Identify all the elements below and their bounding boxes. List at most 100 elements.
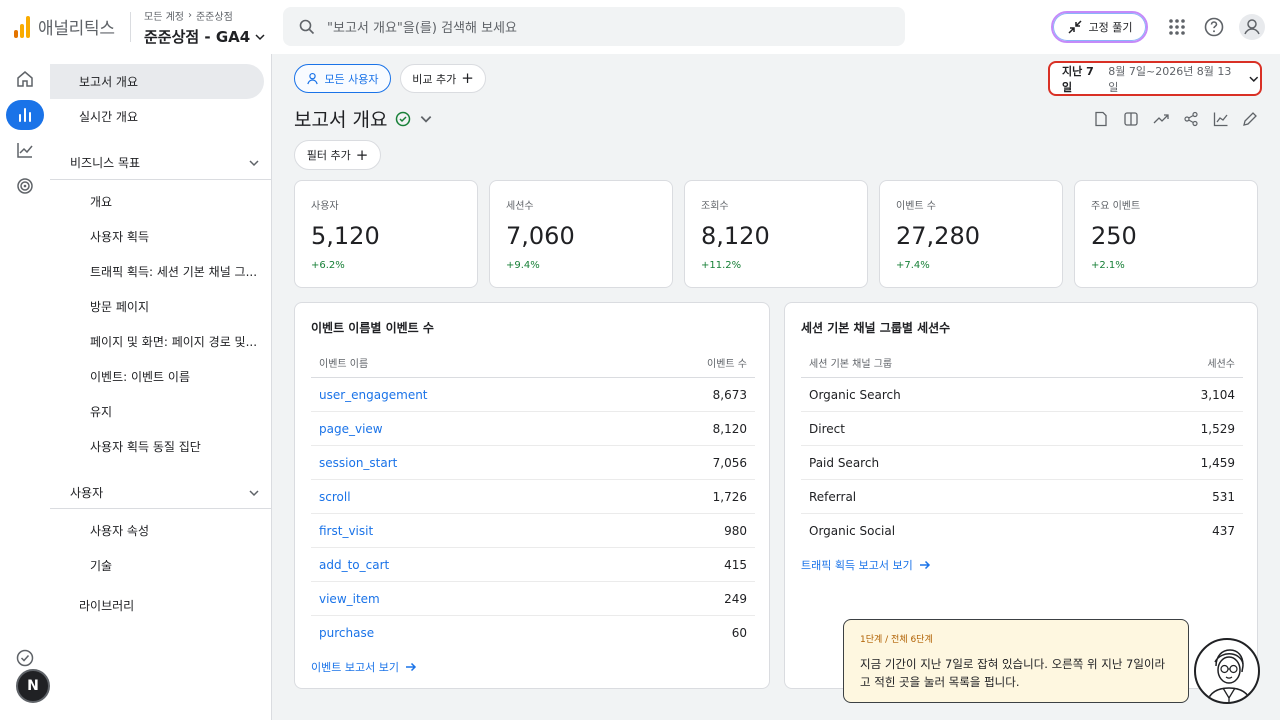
kpi-label: 세션수 xyxy=(506,201,534,212)
sidebar-item-realtime[interactable]: 실시간 개요 xyxy=(50,99,264,134)
insights-trend-icon[interactable] xyxy=(1151,109,1171,129)
date-range-picker[interactable]: 지난 7일 8월 7일~2026년 8월 13일 xyxy=(1048,61,1262,96)
add-compare-button[interactable]: 비교 추가 + xyxy=(400,64,486,93)
event-count: 8,673 xyxy=(712,387,747,402)
kpi-delta: +2.1% xyxy=(1091,260,1125,271)
table-row[interactable]: Referral 531 xyxy=(801,480,1243,514)
table-row[interactable]: Organic Social 437 xyxy=(801,514,1243,548)
unpin-button[interactable]: 고정 풀기 xyxy=(1051,11,1148,43)
view-traffic-report-link[interactable]: 트래픽 획득 보고서 보기 xyxy=(801,557,931,573)
session-count: 3,104 xyxy=(1200,387,1235,402)
home-icon[interactable] xyxy=(6,64,44,94)
chart-line-icon[interactable] xyxy=(1211,109,1231,129)
search-bar[interactable]: "보고서 개요"을(를) 검색해 보세요 xyxy=(283,7,905,46)
sidebar-item-landing-page[interactable]: 방문 페이지 xyxy=(90,298,149,315)
help-icon[interactable] xyxy=(1201,14,1227,40)
sidebar-item-cohort[interactable]: 사용자 획득 동질 집단 xyxy=(90,438,201,455)
sidebar-item-retention[interactable]: 유지 xyxy=(90,403,112,420)
session-count: 1,459 xyxy=(1200,455,1235,470)
guide-avatar[interactable] xyxy=(1194,638,1260,704)
session-count: 437 xyxy=(1212,524,1235,538)
session-count: 531 xyxy=(1212,489,1235,504)
unpin-label: 고정 풀기 xyxy=(1088,21,1133,34)
table-row[interactable]: user_engagement 8,673 xyxy=(311,378,755,412)
property-name: 준준상점 - GA4 xyxy=(144,28,251,46)
chevron-down-icon[interactable] xyxy=(419,112,433,126)
channel-name: Paid Search xyxy=(809,455,880,470)
collapse-arrows-icon xyxy=(1067,20,1082,34)
explore-icon[interactable] xyxy=(6,135,44,165)
edit-pencil-icon[interactable] xyxy=(1240,109,1260,129)
table-row[interactable]: view_item 249 xyxy=(311,582,755,616)
event-name-link[interactable]: user_engagement xyxy=(319,388,428,402)
kpi-label: 이벤트 수 xyxy=(896,201,936,212)
share-icon[interactable] xyxy=(1181,109,1201,129)
event-name-link[interactable]: first_visit xyxy=(319,524,373,538)
table-row[interactable]: scroll 1,726 xyxy=(311,480,755,514)
next-badge[interactable]: N xyxy=(16,669,50,703)
event-name-link[interactable]: add_to_cart xyxy=(319,558,389,572)
account-avatar-icon[interactable] xyxy=(1239,14,1265,40)
compare-panel-icon[interactable] xyxy=(1121,109,1141,129)
event-name-link[interactable]: purchase xyxy=(319,626,374,640)
view-events-report-link[interactable]: 이벤트 보고서 보기 xyxy=(311,659,417,675)
kpi-card-users[interactable]: 사용자 5,120 +6.2% xyxy=(294,180,478,288)
kpi-card-views[interactable]: 조회수 8,120 +11.2% xyxy=(684,180,868,288)
table-row[interactable]: purchase 60 xyxy=(311,616,755,650)
table-row[interactable]: Paid Search 1,459 xyxy=(801,446,1243,480)
all-users-chip[interactable]: 모든 사용자 xyxy=(294,64,391,93)
kpi-card-sessions[interactable]: 세션수 7,060 +9.4% xyxy=(489,180,673,288)
table-row[interactable]: first_visit 980 xyxy=(311,514,755,548)
kpi-card-key-events[interactable]: 주요 이벤트 250 +2.1% xyxy=(1074,180,1258,288)
analytics-logo[interactable]: 애널리틱스 xyxy=(14,14,115,39)
account-picker[interactable]: 모든 계정 › 준준상점 준준상점 - GA4 xyxy=(144,8,266,47)
sidebar-item-user-acquisition[interactable]: 사용자 획득 xyxy=(90,228,149,245)
sidebar-item-overview[interactable]: 보고서 개요 xyxy=(50,64,264,99)
sidebar-item-user-attributes[interactable]: 사용자 속성 xyxy=(90,522,149,539)
add-filter-button[interactable]: 필터 추가 + xyxy=(294,140,381,170)
table-row[interactable]: page_view 8,120 xyxy=(311,412,755,446)
sidebar-item-events[interactable]: 이벤트: 이벤트 이름 xyxy=(90,368,190,385)
table-row[interactable]: Direct 1,529 xyxy=(801,412,1243,446)
advertising-icon[interactable] xyxy=(6,171,44,201)
chevron-down-icon xyxy=(249,489,259,496)
event-name-link[interactable]: scroll xyxy=(319,490,351,504)
nav-rail xyxy=(0,54,50,720)
admin-check-icon[interactable] xyxy=(6,643,44,673)
sidebar-group-users[interactable]: 사용자 xyxy=(70,484,260,501)
card-title: 세션 기본 채널 그룹별 세션수 xyxy=(801,321,951,335)
kpi-value: 250 xyxy=(1091,222,1137,250)
session-count: 1,529 xyxy=(1200,421,1235,436)
all-users-label: 모든 사용자 xyxy=(324,72,379,86)
event-count: 249 xyxy=(724,591,747,606)
sidebar-item-library[interactable]: 라이브러리 xyxy=(79,597,134,614)
event-name-link[interactable]: view_item xyxy=(319,592,380,606)
property-name-row[interactable]: 준준상점 - GA4 xyxy=(144,26,266,47)
sidebar-item-business-overview[interactable]: 개요 xyxy=(90,193,112,210)
plus-icon: + xyxy=(355,145,369,164)
sidebar-group-business-goals[interactable]: 비즈니스 목표 xyxy=(70,154,260,171)
sidebar-item-pages-screens[interactable]: 페이지 및 화면: 페이지 경로 및... xyxy=(90,333,257,350)
table-row[interactable]: add_to_cart 415 xyxy=(311,548,755,582)
table-row[interactable]: session_start 7,056 xyxy=(311,446,755,480)
apps-grid-icon[interactable] xyxy=(1164,14,1190,40)
reports-icon[interactable] xyxy=(6,100,44,130)
kpi-value: 7,060 xyxy=(506,222,575,250)
page-title: 보고서 개요 xyxy=(294,109,388,131)
kpi-delta: +6.2% xyxy=(311,260,345,271)
report-document-icon[interactable] xyxy=(1091,109,1111,129)
kpi-delta: +7.4% xyxy=(896,260,930,271)
event-count: 1,726 xyxy=(712,489,747,504)
sidebar-item-tech[interactable]: 기술 xyxy=(90,557,112,574)
kpi-card-event-count[interactable]: 이벤트 수 27,280 +7.4% xyxy=(879,180,1063,288)
chevron-right-icon: › xyxy=(187,10,192,21)
event-name-link[interactable]: session_start xyxy=(319,456,397,470)
sidebar-item-traffic-acquisition[interactable]: 트래픽 획득: 세션 기본 채널 그... xyxy=(90,263,257,280)
channel-name: Referral xyxy=(809,489,857,504)
arrow-right-icon xyxy=(919,560,930,570)
table-row[interactable]: Organic Search 3,104 xyxy=(801,378,1243,412)
event-name-link[interactable]: page_view xyxy=(319,422,383,436)
search-placeholder: "보고서 개요"을(를) 검색해 보세요 xyxy=(327,21,517,36)
column-header-name: 세션 기본 채널 그룹 xyxy=(809,359,893,370)
sidebar-divider xyxy=(50,508,272,509)
